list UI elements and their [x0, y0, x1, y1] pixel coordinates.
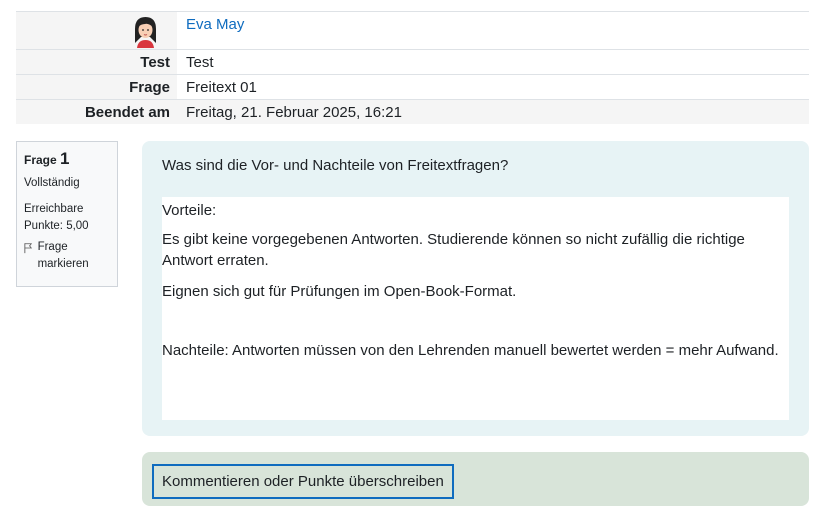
- summary-row-test: Test Test: [16, 49, 809, 75]
- summary-value-test: Test: [177, 49, 809, 75]
- user-avatar-cell: [16, 11, 177, 50]
- answer-paragraph: Eignen sich gut für Prüfungen im Open-Bo…: [162, 283, 517, 300]
- question-number: 1: [60, 149, 70, 168]
- flag-icon: [24, 243, 33, 254]
- summary-row-question: Frage Freitext 01: [16, 74, 809, 100]
- summary-value-finished: Freitag, 21. Februar 2025, 16:21: [177, 99, 809, 124]
- question-number-heading: Frage 1: [24, 150, 110, 169]
- user-name-link[interactable]: Eva May: [186, 16, 244, 33]
- summary-value-question: Freitext 01: [177, 74, 809, 100]
- question-text: Was sind die Vor- und Nachteile von Frei…: [162, 157, 509, 174]
- question-formulation: Was sind die Vor- und Nachteile von Frei…: [142, 141, 809, 436]
- answer-paragraph: Nachteile: Antworten müssen von den Lehr…: [162, 342, 779, 359]
- summary-label-finished: Beendet am: [16, 99, 177, 124]
- comment-or-override-button[interactable]: Kommentieren oder Punkte überschreiben: [152, 464, 454, 499]
- user-avatar-icon[interactable]: [128, 13, 163, 48]
- flag-question-toggle[interactable]: Frage markieren: [24, 239, 110, 273]
- question-state: Vollständig: [24, 177, 80, 189]
- summary-label-test: Test: [16, 49, 177, 75]
- summary-row-user: Eva May: [16, 11, 809, 50]
- flag-question-label: Frage markieren: [37, 241, 89, 270]
- question-info-box: Frage 1 Vollständig Erreichbare Punkte: …: [16, 141, 118, 287]
- question-grade: Erreichbare Punkte: 5,00: [24, 203, 89, 232]
- comment-area: Kommentieren oder Punkte überschreiben: [142, 452, 809, 506]
- user-name-cell: Eva May: [177, 11, 809, 50]
- answer-paragraph: Es gibt keine vorgegebenen Antworten. St…: [162, 231, 745, 269]
- attempt-summary-table: Eva May Test Test Frage Freitext 01 Been…: [16, 11, 809, 124]
- summary-row-finished: Beendet am Freitag, 21. Februar 2025, 16…: [16, 99, 809, 124]
- answer-paragraph: Vorteile:: [162, 202, 217, 219]
- question-label: Frage: [24, 153, 57, 167]
- summary-label-question: Frage: [16, 74, 177, 100]
- answer-response-box: Vorteile: Es gibt keine vorgegebenen Ant…: [162, 197, 789, 420]
